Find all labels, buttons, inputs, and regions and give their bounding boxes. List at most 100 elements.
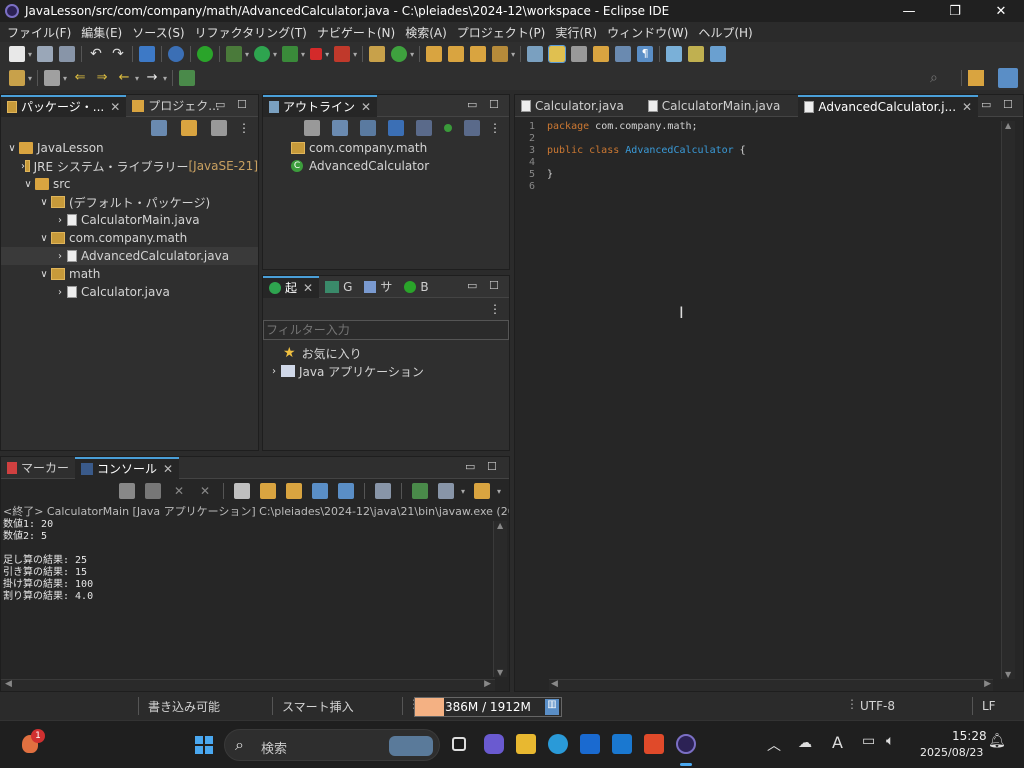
menu-item-3[interactable]: リファクタリング(T) xyxy=(190,24,312,41)
code-area[interactable]: 1 package com.company.math; 2 3 public class… xyxy=(521,121,746,193)
chevron-down-icon[interactable]: ∨ xyxy=(37,197,51,208)
hide-local-types-icon[interactable] xyxy=(416,120,432,136)
run-icon[interactable] xyxy=(254,46,271,62)
scroll-lock-icon[interactable] xyxy=(259,483,276,499)
remove-launch-icon[interactable]: ✕ xyxy=(171,483,187,499)
scroll-right-icon[interactable]: ▶ xyxy=(484,679,491,689)
menu-item-2[interactable]: ソース(S) xyxy=(127,24,189,41)
save-icon[interactable] xyxy=(37,46,54,62)
new-package-icon[interactable] xyxy=(369,46,386,62)
maximize-icon[interactable]: ☐ xyxy=(1003,98,1013,111)
chevron-down-icon[interactable]: ∨ xyxy=(37,269,51,280)
close-icon[interactable]: ✕ xyxy=(303,281,313,295)
collapse-all-icon[interactable] xyxy=(151,120,167,136)
back-icon[interactable]: ← xyxy=(116,70,132,86)
toggle-markers-icon[interactable] xyxy=(527,46,544,62)
minimize-icon[interactable]: ▭ xyxy=(465,460,475,473)
network-icon[interactable]: ▭ xyxy=(862,733,875,749)
prev-annotation-icon[interactable] xyxy=(688,46,705,62)
heap-status[interactable]: 386M / 1912M ▥ xyxy=(414,697,562,717)
search-tool-icon[interactable] xyxy=(492,46,509,62)
close-icon[interactable]: ✕ xyxy=(361,100,371,114)
notification-bell-icon[interactable]: 🔔︎ xyxy=(988,733,1006,749)
open-folder-icon[interactable] xyxy=(470,46,487,62)
tab-markers[interactable]: マーカー xyxy=(1,457,75,479)
tab-calculator-java[interactable]: Calculator.java xyxy=(515,95,630,117)
minimize-icon[interactable]: ▭ xyxy=(981,98,991,111)
pin-console-icon[interactable] xyxy=(374,483,391,499)
tab-package-explorer[interactable]: パッケージ・... ✕ xyxy=(1,94,127,117)
tree-item[interactable]: ∨ src xyxy=(1,175,258,193)
tab-outline[interactable]: アウトライン ✕ xyxy=(263,94,378,117)
task-view-icon[interactable] xyxy=(452,737,466,751)
minimize-icon[interactable]: ▭ xyxy=(467,98,477,111)
maximize-icon[interactable]: ☐ xyxy=(489,98,499,111)
forward-icon[interactable]: → xyxy=(144,70,160,86)
word-wrap-icon[interactable] xyxy=(285,483,302,499)
show-stderr-icon[interactable] xyxy=(337,483,354,499)
tab-gradle[interactable]: G xyxy=(319,276,358,298)
open-task-icon[interactable] xyxy=(448,46,465,62)
sort-icon[interactable] xyxy=(304,120,320,136)
java-app-item[interactable]: › Java アプリケーション xyxy=(263,362,509,380)
outline-item-package[interactable]: com.company.math xyxy=(263,139,509,157)
filter-icon[interactable] xyxy=(211,120,227,136)
volume-icon[interactable]: 🔈︎ xyxy=(886,733,894,749)
public-icon[interactable] xyxy=(444,124,452,132)
menu-item-6[interactable]: プロジェクト(P) xyxy=(452,24,551,41)
console-horizontal-scrollbar[interactable]: ◀ ▶ xyxy=(1,679,495,691)
debug-icon[interactable] xyxy=(226,46,243,62)
taskbar-search-box[interactable]: ⌕ 検索 xyxy=(224,729,440,761)
external-tools-icon[interactable] xyxy=(334,46,351,62)
hide-nonpublic-icon[interactable] xyxy=(388,120,404,136)
minimize-button[interactable]: — xyxy=(886,0,932,22)
show-whitespace-icon[interactable]: ¶ xyxy=(637,46,654,62)
terminate-icon[interactable] xyxy=(144,483,161,499)
save-all-icon[interactable] xyxy=(59,46,76,62)
minimize-icon[interactable]: ▭ xyxy=(215,98,225,111)
close-icon[interactable]: ✕ xyxy=(110,100,120,114)
hide-static-icon[interactable] xyxy=(360,120,376,136)
menu-item-0[interactable]: ファイル(F) xyxy=(2,24,76,41)
last-edit-icon[interactable] xyxy=(710,46,727,62)
highlight-icon[interactable] xyxy=(548,45,567,63)
favorites-item[interactable]: ★ お気に入り xyxy=(263,344,509,362)
redo-icon[interactable]: ↷ xyxy=(110,46,126,62)
console-output[interactable]: 数値1: 20 数値2: 5 足し算の結果: 25 引き算の結果: 15 掛け算の結果… xyxy=(1,519,509,603)
console-vertical-scrollbar[interactable]: ▲ ▼ xyxy=(493,521,507,677)
prev-edit-location-icon[interactable]: ⇐ xyxy=(72,70,88,86)
new-class-icon[interactable] xyxy=(391,46,408,62)
pin-icon[interactable] xyxy=(44,70,61,86)
tree-item[interactable]: ∨ (デフォルト・パッケージ) xyxy=(1,193,258,211)
outline-item-class[interactable]: C AdvancedCalculator xyxy=(263,157,509,175)
store-icon[interactable] xyxy=(580,734,600,754)
copilot-icon[interactable] xyxy=(484,734,504,754)
next-edit-icon[interactable] xyxy=(9,70,25,86)
menu-item-7[interactable]: 実行(R) xyxy=(550,24,602,41)
encoding-status[interactable]: UTF-8 xyxy=(860,699,895,713)
scroll-up-icon[interactable]: ▲ xyxy=(497,521,503,530)
clock-time[interactable]: 15:28 xyxy=(952,729,987,743)
mark-occurrences-icon[interactable] xyxy=(593,46,610,62)
menu-item-1[interactable]: 編集(E) xyxy=(76,24,127,41)
tab-servers[interactable]: サ xyxy=(358,276,398,298)
view-menu-icon[interactable]: ⋮ xyxy=(489,121,501,135)
close-icon[interactable]: ✕ xyxy=(962,100,972,114)
line-ending-status[interactable]: LF xyxy=(982,699,996,713)
link-editor-icon[interactable] xyxy=(181,120,197,136)
search-icon[interactable]: ⌕ xyxy=(930,70,938,86)
maximize-icon[interactable]: ☐ xyxy=(237,98,247,111)
cloud-icon[interactable]: ☁ xyxy=(798,735,812,751)
power-icon[interactable] xyxy=(197,46,214,62)
clock-date[interactable]: 2025/08/23 xyxy=(920,746,983,759)
chevron-down-icon[interactable]: ∨ xyxy=(21,179,35,190)
next-edit-location-icon[interactable]: ⇒ xyxy=(94,70,110,86)
open-type-icon[interactable] xyxy=(426,46,443,62)
scroll-left-icon[interactable]: ◀ xyxy=(5,679,12,689)
trash-icon[interactable]: ▥ xyxy=(545,699,559,715)
tree-item[interactable]: › JRE システム・ライブラリー [JavaSE-21] xyxy=(1,157,258,175)
stop-icon[interactable] xyxy=(310,48,323,60)
start-icon[interactable] xyxy=(195,736,213,754)
filter-input[interactable] xyxy=(263,320,509,340)
coverage-icon[interactable] xyxy=(282,46,299,62)
